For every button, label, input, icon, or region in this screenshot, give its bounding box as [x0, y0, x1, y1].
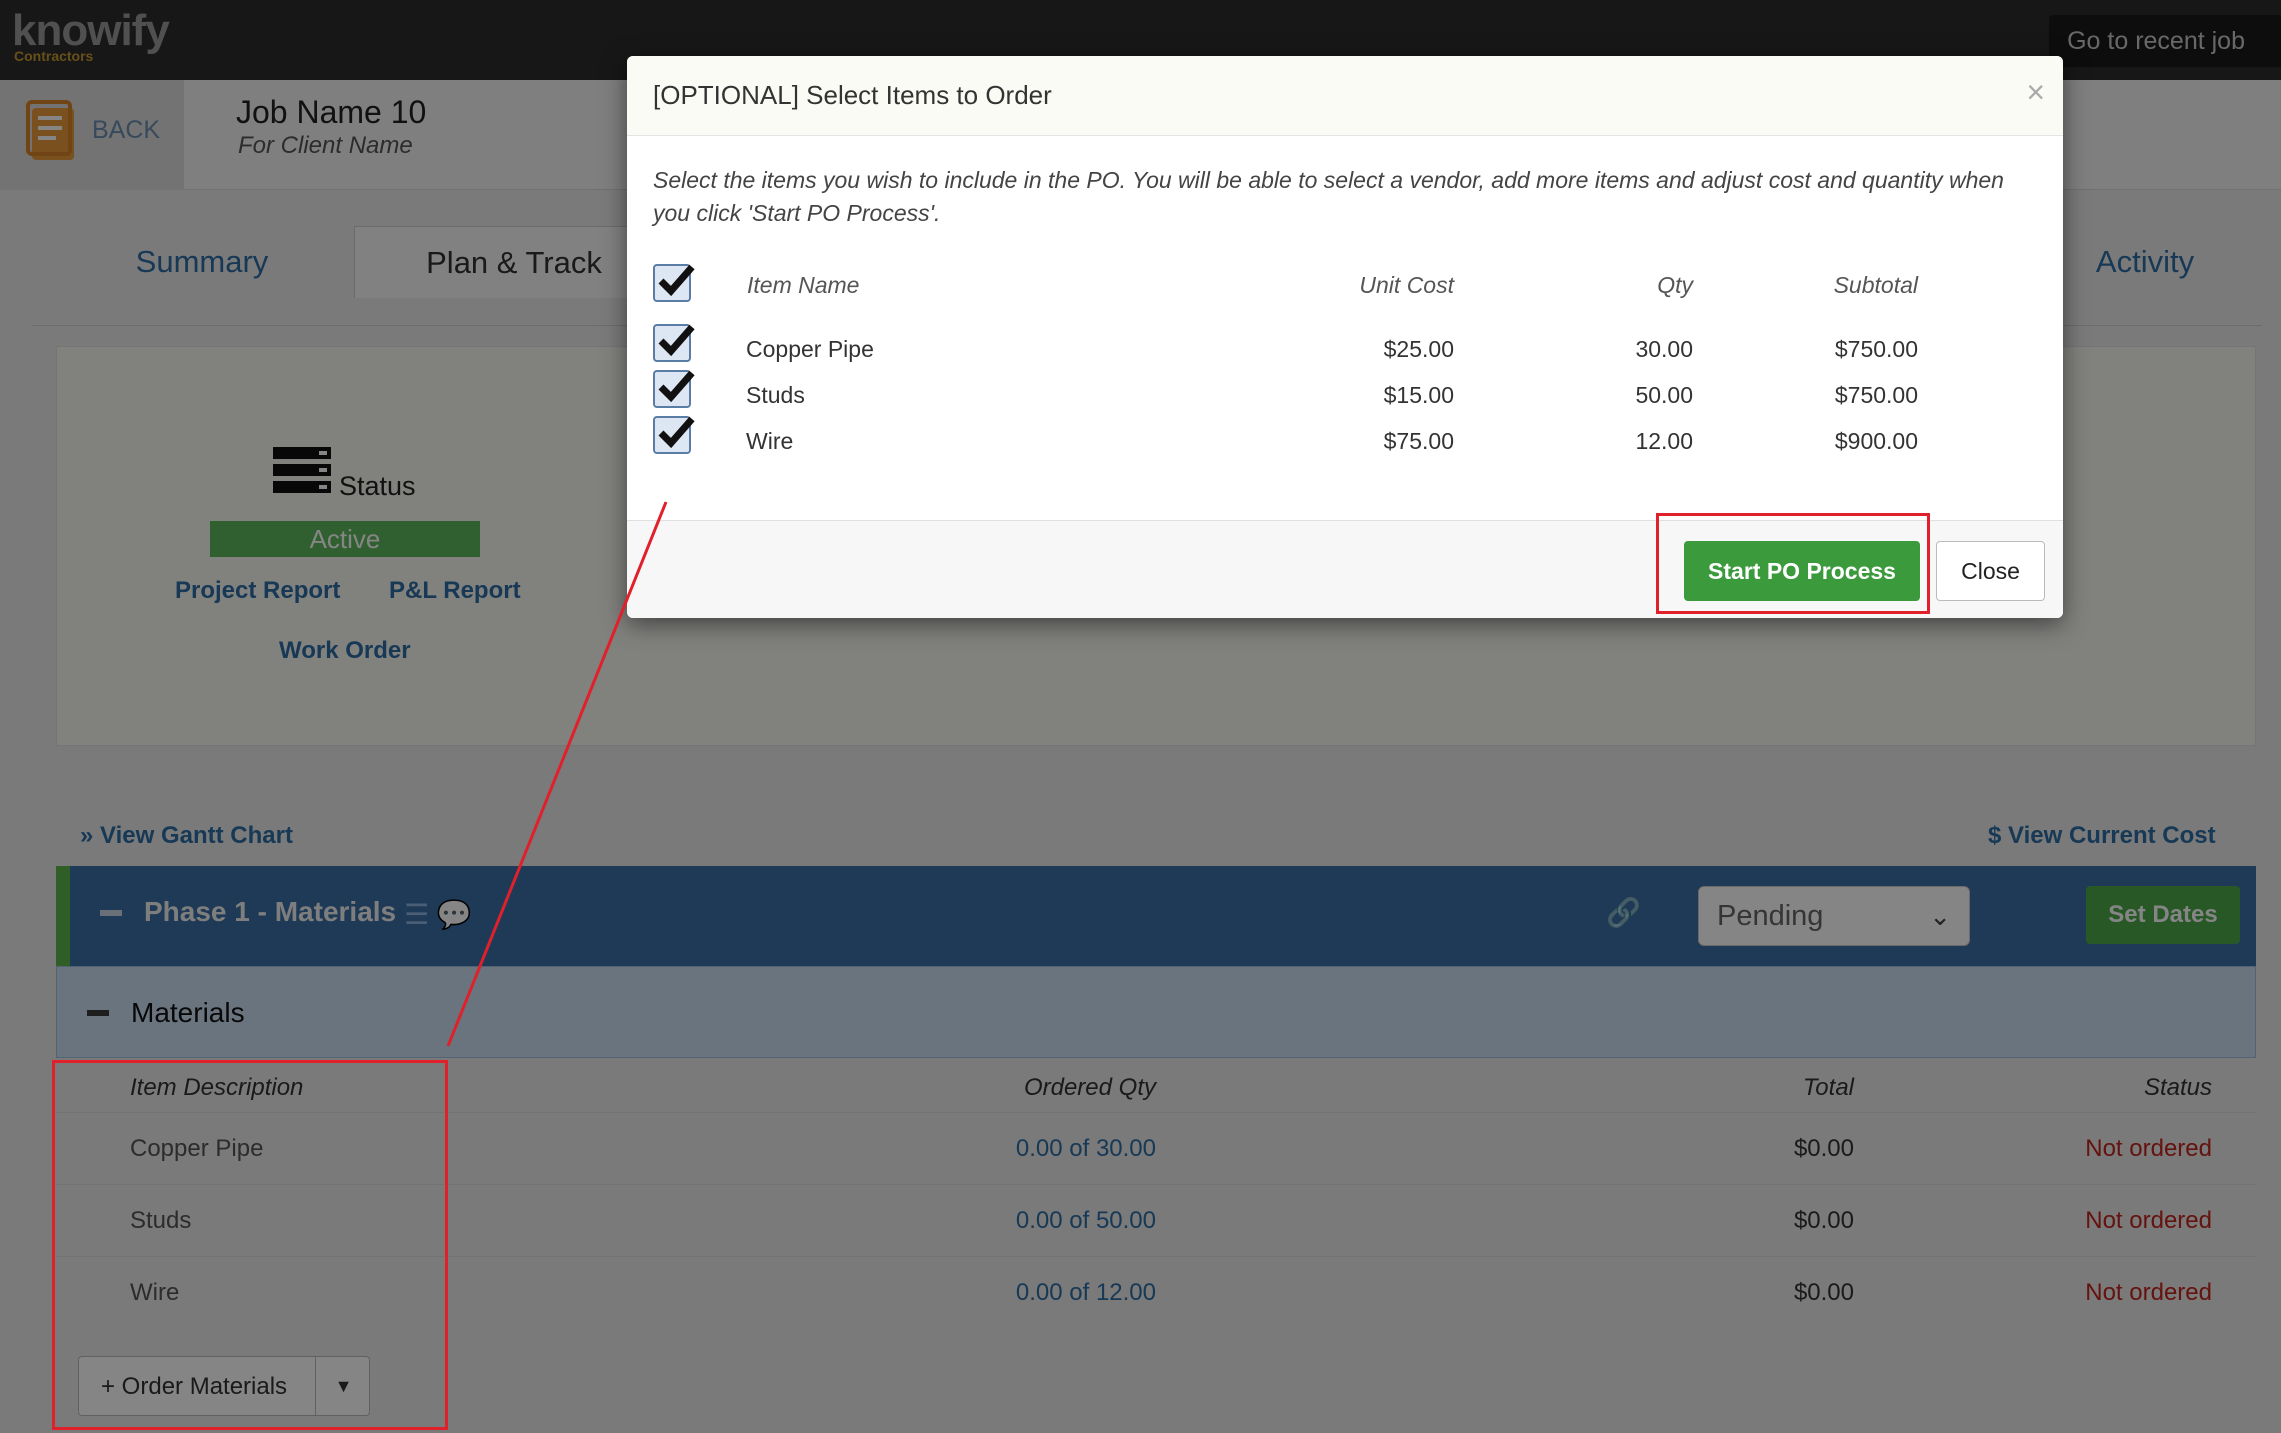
annotation-connector-line [446, 501, 668, 1047]
